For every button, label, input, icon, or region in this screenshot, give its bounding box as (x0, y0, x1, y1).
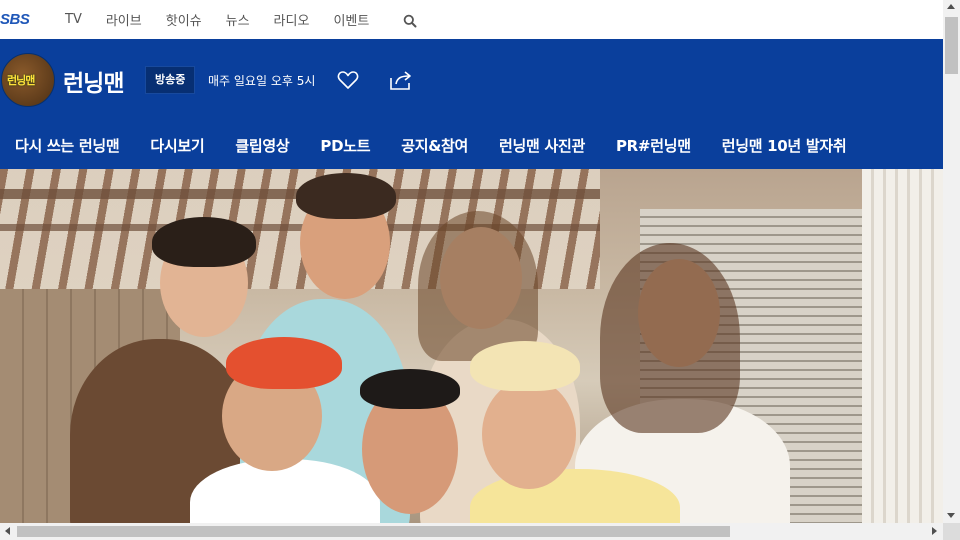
vertical-scroll-thumb[interactable] (945, 17, 958, 74)
menu-pr[interactable]: PR#런닝맨 (616, 135, 691, 156)
avatar-logo-text: 런닝맨 (7, 74, 35, 87)
scroll-right-arrow-icon[interactable] (932, 527, 937, 535)
on-air-badge: 방송중 (145, 66, 196, 94)
hero-cast-photo (0, 169, 943, 523)
broadcast-schedule: 매주 일요일 오후 5시 (208, 74, 316, 88)
cast-member-hair (360, 369, 460, 409)
vertical-scrollbar[interactable] (943, 0, 960, 523)
horizontal-scroll-thumb[interactable] (17, 526, 730, 537)
global-nav-hot-issue[interactable]: 핫이슈 (166, 10, 202, 29)
scroll-down-arrow-icon[interactable] (947, 513, 955, 518)
menu-replay[interactable]: 다시보기 (150, 135, 204, 156)
sbs-logo[interactable]: SBS (0, 11, 30, 28)
cap-cream (470, 341, 580, 391)
global-menu: TV 라이브 핫이슈 뉴스 라디오 이벤트 (65, 0, 393, 39)
cast-member-hair (296, 173, 396, 219)
scrollbar-corner (943, 523, 960, 540)
menu-pd-note[interactable]: PD노트 (320, 135, 370, 156)
global-nav-event[interactable]: 이벤트 (333, 10, 369, 29)
scroll-left-arrow-icon[interactable] (5, 527, 10, 535)
menu-10-year-history[interactable]: 런닝맨 10년 발자취 (722, 135, 847, 156)
program-header: 런닝맨 런닝맨 방송중 매주 일요일 오후 5시 다시 쓰는 런닝맨 다시보기 … (0, 39, 943, 169)
search-icon[interactable] (403, 13, 417, 28)
program-menu: 다시 쓰는 런닝맨 다시보기 클립영상 PD노트 공지&참여 런닝맨 사진관 P… (15, 135, 877, 156)
cast-member-hair (418, 211, 538, 361)
menu-rewrite-runningman[interactable]: 다시 쓰는 런닝맨 (15, 135, 120, 156)
cast-member-face (482, 379, 576, 489)
menu-notice-participation[interactable]: 공지&참여 (401, 135, 468, 156)
global-nav-live[interactable]: 라이브 (106, 10, 142, 29)
cap-red (226, 337, 342, 389)
scroll-up-arrow-icon[interactable] (947, 4, 955, 9)
share-icon[interactable] (389, 69, 413, 91)
global-nav: SBS TV 라이브 핫이슈 뉴스 라디오 이벤트 (0, 0, 943, 40)
program-title[interactable]: 런닝맨 (63, 64, 124, 98)
global-nav-radio[interactable]: 라디오 (274, 10, 310, 29)
global-nav-tv[interactable]: TV (65, 12, 82, 27)
horizontal-scrollbar[interactable] (0, 523, 943, 540)
lace-curtain (862, 169, 943, 523)
program-logo-avatar[interactable]: 런닝맨 (1, 53, 55, 107)
cast-member-hair (152, 217, 256, 267)
heart-icon[interactable] (337, 70, 359, 90)
menu-photo-gallery[interactable]: 런닝맨 사진관 (499, 135, 585, 156)
cast-member-hair (600, 243, 740, 433)
menu-clips[interactable]: 클립영상 (235, 135, 289, 156)
global-nav-news[interactable]: 뉴스 (226, 10, 250, 29)
